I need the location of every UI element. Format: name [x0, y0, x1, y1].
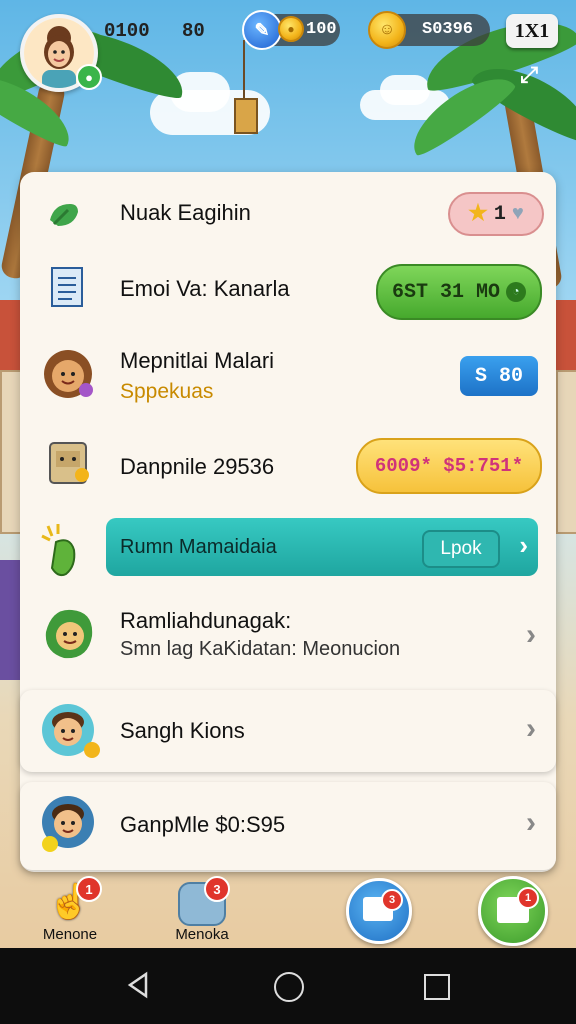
star-icon: ★: [468, 202, 488, 227]
banner-title: Rumn Mamaidaia: [120, 536, 277, 558]
row-title: Sangh Kions: [120, 718, 245, 743]
chevron-right-icon: ›: [519, 530, 528, 560]
green-button-label: 6ST 31 MO: [391, 280, 501, 304]
expand-icon[interactable]: ⤢: [512, 62, 546, 90]
gem-balance[interactable]: ✎ ● 100: [242, 10, 340, 50]
bottom-tab-menoka[interactable]: 3 Menoka: [160, 876, 244, 946]
list-item[interactable]: Mepnitlai Malari Sppekuas S 80: [20, 334, 556, 424]
list-item[interactable]: GanpMle $0:S95 ›: [20, 782, 556, 870]
blue-button-label: S 80: [474, 364, 523, 388]
clock-icon: ◔: [506, 282, 527, 302]
yellow-price-button[interactable]: 6009* $5:751*: [356, 438, 542, 494]
star-rating-badge[interactable]: ★ 1 ♥: [448, 192, 544, 236]
blue-action-button[interactable]: S 80: [460, 356, 538, 396]
quest-banner[interactable]: Rumn Mamaidaia Lpok ›: [106, 518, 538, 576]
price-label: 6009* $5:751*: [374, 455, 524, 477]
leaf-icon: [42, 194, 86, 238]
look-button[interactable]: Lpok: [422, 530, 500, 568]
star-count: 1: [493, 202, 506, 226]
home-icon[interactable]: [274, 972, 304, 1002]
boy-avatar-icon: [38, 700, 102, 764]
notification-badge: 1: [517, 887, 539, 909]
chevron-right-icon: ›: [526, 712, 536, 745]
row-title: Mepnitlai Malari: [120, 348, 275, 373]
chevron-right-icon: ›: [526, 806, 536, 839]
gem-value: 100: [306, 20, 337, 39]
gem-icon: ✎: [242, 10, 282, 50]
hud-counter-mid: 80: [182, 20, 205, 42]
hud-counter-left: 0100: [104, 20, 150, 42]
document-icon: [46, 262, 90, 312]
leaf-character-icon: [38, 602, 102, 666]
coin-icon: ●: [278, 16, 304, 42]
boy-avatar-icon: [38, 792, 102, 856]
look-button-label: Lpok: [440, 538, 482, 559]
row-title: Ramliahdunagak:: [120, 608, 292, 633]
list-item[interactable]: Rumn Mamaidaia Lpok ›: [20, 512, 556, 602]
bottom-tab-shop[interactable]: 1: [478, 876, 548, 946]
coin-balance[interactable]: ☺ S0396: [368, 11, 490, 49]
bottom-tab-menone[interactable]: ☝ 1 Menone: [30, 876, 110, 946]
chevron-right-icon: ›: [526, 618, 536, 651]
online-status-icon: ●: [76, 64, 102, 90]
row-title: Nuak Eagihin: [120, 200, 251, 225]
notification-badge: 3: [381, 889, 403, 911]
row-subtitle: Smn lag KaKidatan: Meonucion: [120, 638, 401, 660]
green-action-button[interactable]: 6ST 31 MO ◔: [376, 264, 542, 320]
tab-label: Menone: [42, 926, 98, 943]
list-item[interactable]: Ramliahdunagak: Smn lag KaKidatan: Meonu…: [20, 592, 556, 682]
back-icon[interactable]: [124, 970, 154, 1000]
coin-icon-large: ☺: [368, 11, 406, 49]
robot-box-icon: [44, 434, 94, 494]
row-title: Danpnile 29536: [120, 454, 275, 479]
bottom-tab-messages[interactable]: 3: [346, 878, 412, 944]
multiplier-label: 1X1: [514, 19, 550, 42]
list-item[interactable]: Emoi Va: Kanarla 6ST 31 MO ◔: [20, 246, 556, 336]
notification-badge: 1: [76, 876, 102, 902]
list-item[interactable]: Sangh Kions ›: [20, 690, 556, 772]
heart-shield-icon: ♥: [511, 202, 524, 226]
row-title: Emoi Va: Kanarla: [120, 276, 290, 301]
character-portrait-icon: [38, 344, 98, 404]
row-title: GanpMle $0:S95: [120, 812, 286, 837]
multiplier-button[interactable]: 1X1: [506, 14, 558, 48]
coin-value: S0396: [422, 20, 474, 39]
row-subtitle: Sppekuas: [120, 380, 214, 403]
list-item[interactable]: Danpnile 29536 6009* $5:751*: [20, 422, 556, 512]
system-nav-bar: [0, 948, 576, 1024]
tab-label: Menoka: [175, 926, 229, 943]
recents-icon[interactable]: [424, 974, 450, 1000]
notification-badge: 3: [204, 876, 230, 902]
hand-pointer-icon: [36, 522, 92, 582]
